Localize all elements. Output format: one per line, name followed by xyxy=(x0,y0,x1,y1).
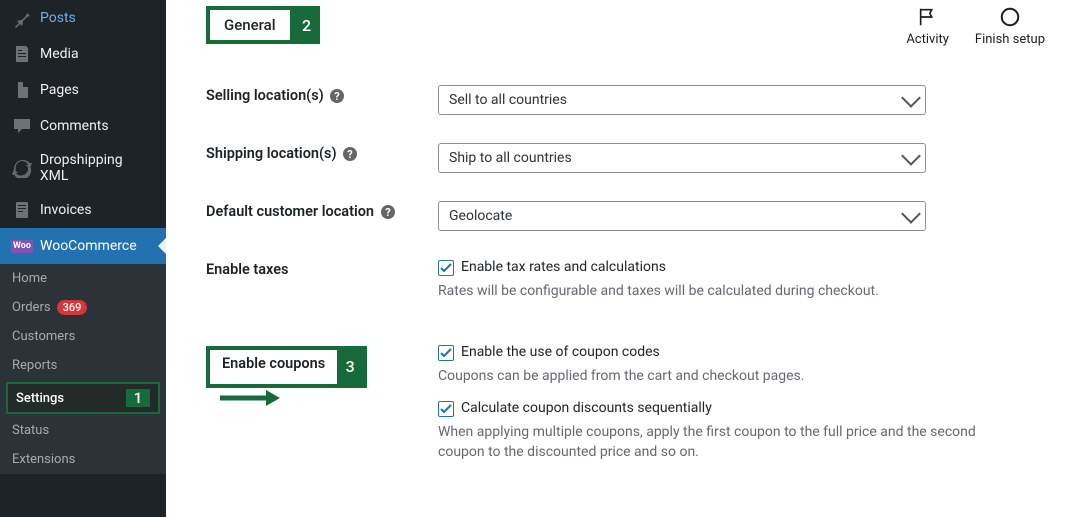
circle-icon xyxy=(999,6,1021,28)
help-icon[interactable]: ? xyxy=(380,204,396,220)
tab-general-annot: General 2 xyxy=(206,6,320,44)
sidebar-item-dropshipping-xml[interactable]: Dropshipping XML xyxy=(0,144,166,192)
action-label: Finish setup xyxy=(975,32,1045,47)
comment-icon xyxy=(12,116,32,136)
selling-location-select[interactable]: Sell to all countries xyxy=(438,85,926,115)
media-icon xyxy=(12,44,32,64)
submenu-label: Orders xyxy=(12,300,51,315)
submenu-item-status[interactable]: Status xyxy=(0,416,166,445)
submenu-label: Home xyxy=(12,271,47,286)
enable-taxes-label: Enable tax rates and calculations xyxy=(461,259,666,275)
sequential-coupons-desc: When applying multiple coupons, apply th… xyxy=(438,423,998,462)
shipping-location-select[interactable]: Ship to all countries xyxy=(438,143,926,173)
settings-content: General 2 Activity Finish setup Selling l… xyxy=(166,0,1069,517)
label-default-location: Default customer location xyxy=(206,203,374,220)
invoice-icon xyxy=(12,200,32,220)
sidebar-item-label: Media xyxy=(40,46,79,62)
label-enable-coupons: Enable coupons xyxy=(210,350,337,384)
sidebar-item-media[interactable]: Media xyxy=(0,36,166,72)
sidebar-item-label: WooCommerce xyxy=(40,238,137,254)
help-icon[interactable]: ? xyxy=(342,146,358,162)
tab-general[interactable]: General xyxy=(206,6,294,44)
submenu: Home Orders 369 Customers Reports Settings 1 St… xyxy=(0,264,166,474)
svg-text:?: ? xyxy=(335,90,341,103)
action-label: Activity xyxy=(906,32,949,47)
sequential-coupons-label: Calculate coupon discounts sequentially xyxy=(461,400,712,416)
sidebar-item-posts[interactable]: Posts xyxy=(0,0,166,36)
annotation-2: 2 xyxy=(294,6,320,44)
page-icon xyxy=(12,80,32,100)
enable-coupons-checkbox[interactable] xyxy=(438,345,454,361)
activity-button[interactable]: Activity xyxy=(906,6,949,47)
submenu-label: Reports xyxy=(12,358,57,373)
header-actions: Activity Finish setup xyxy=(906,6,1045,47)
refresh-icon xyxy=(12,158,32,178)
admin-sidebar: Posts Media Pages Comments Dropshipping XML I… xyxy=(0,0,166,517)
sequential-coupons-checkbox[interactable] xyxy=(438,401,454,417)
help-icon[interactable]: ? xyxy=(329,88,345,104)
arrow-icon xyxy=(220,388,280,412)
submenu-label: Extensions xyxy=(12,452,75,467)
submenu-item-settings[interactable]: Settings 1 xyxy=(6,382,160,414)
sidebar-item-label: Dropshipping XML xyxy=(40,152,154,184)
sidebar-item-label: Posts xyxy=(40,10,76,26)
label-shipping: Shipping location(s) xyxy=(206,145,337,162)
annotation-1: 1 xyxy=(126,389,150,407)
pin-icon xyxy=(12,8,32,28)
svg-text:?: ? xyxy=(385,206,391,219)
finish-setup-button[interactable]: Finish setup xyxy=(975,6,1045,47)
orders-badge: 369 xyxy=(57,300,88,315)
submenu-item-extensions[interactable]: Extensions xyxy=(0,445,166,474)
submenu-item-reports[interactable]: Reports xyxy=(0,351,166,380)
enable-coupons-annot: Enable coupons 3 xyxy=(206,346,367,388)
enable-taxes-checkbox[interactable] xyxy=(438,260,454,276)
sidebar-item-comments[interactable]: Comments xyxy=(0,108,166,144)
label-selling: Selling location(s) xyxy=(206,87,324,104)
submenu-item-home[interactable]: Home xyxy=(0,264,166,293)
submenu-label: Customers xyxy=(12,329,75,344)
annotation-3: 3 xyxy=(337,350,363,384)
submenu-label: Settings xyxy=(16,391,64,406)
enable-coupons-desc: Coupons can be applied from the cart and… xyxy=(438,367,998,387)
sidebar-item-label: Pages xyxy=(40,82,79,98)
sidebar-item-label: Comments xyxy=(40,118,109,134)
sidebar-item-invoices[interactable]: Invoices xyxy=(0,192,166,228)
submenu-item-orders[interactable]: Orders 369 xyxy=(0,293,166,322)
sidebar-item-pages[interactable]: Pages xyxy=(0,72,166,108)
svg-text:?: ? xyxy=(347,148,353,161)
flag-icon xyxy=(917,6,939,28)
woocommerce-icon: Woo xyxy=(12,236,32,256)
sidebar-item-woocommerce[interactable]: Woo WooCommerce xyxy=(0,228,166,264)
label-enable-taxes: Enable taxes xyxy=(206,261,289,278)
enable-coupons-label: Enable the use of coupon codes xyxy=(461,344,660,360)
submenu-label: Status xyxy=(12,423,49,438)
sidebar-item-label: Invoices xyxy=(40,202,92,218)
enable-taxes-desc: Rates will be configurable and taxes wil… xyxy=(438,282,998,302)
submenu-item-customers[interactable]: Customers xyxy=(0,322,166,351)
default-location-select[interactable]: Geolocate xyxy=(438,201,926,231)
